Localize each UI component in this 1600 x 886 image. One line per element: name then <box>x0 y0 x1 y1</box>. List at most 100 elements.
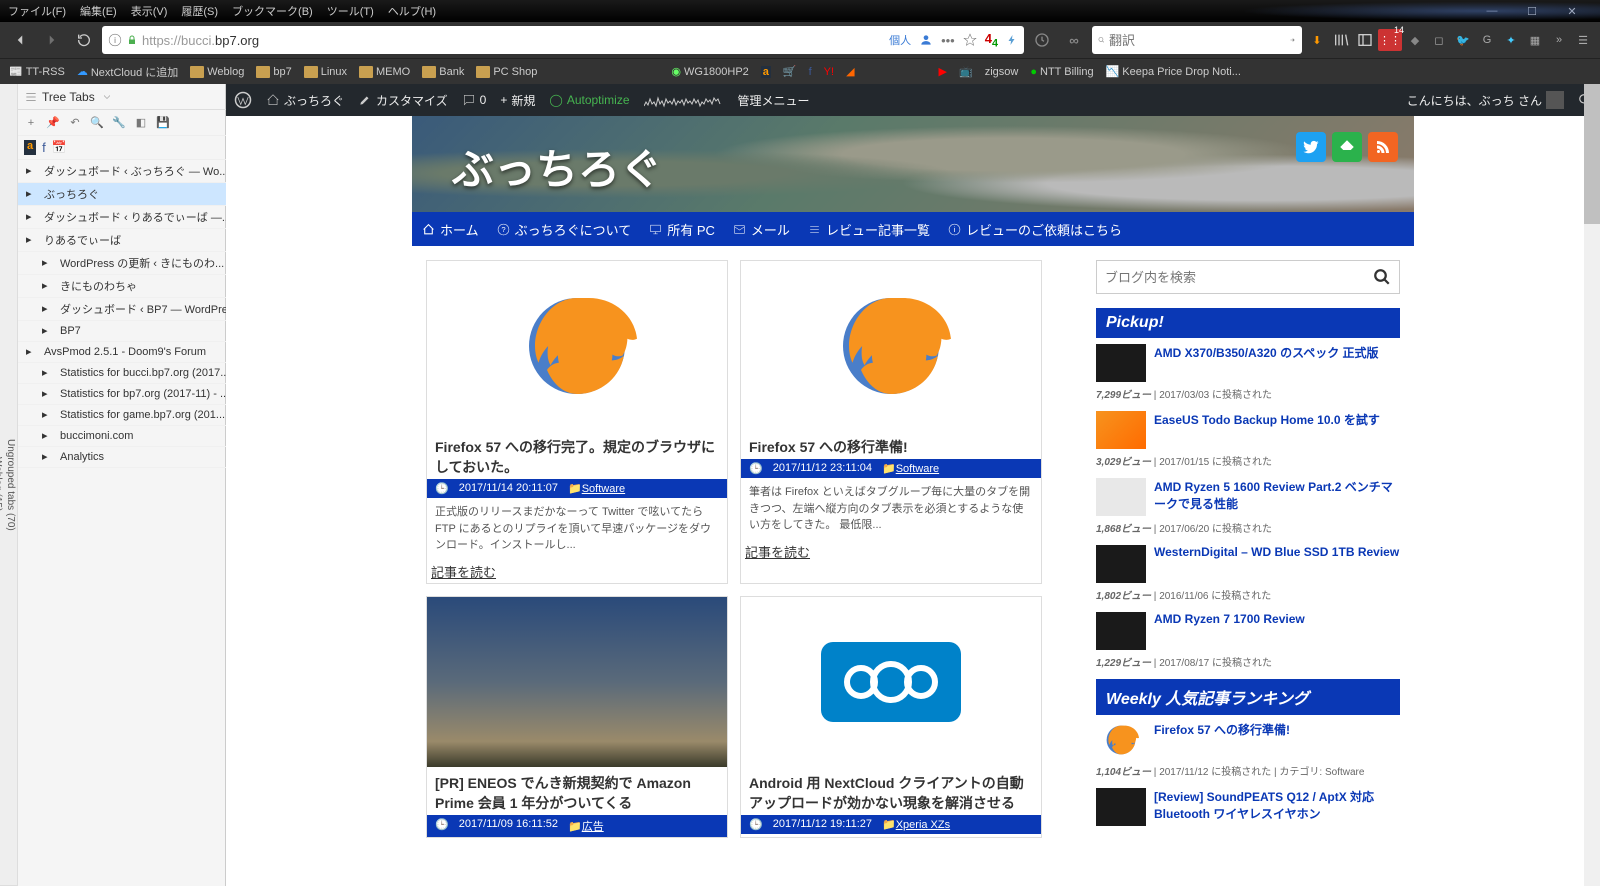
ext-generic3-icon[interactable]: ▦ <box>1524 29 1546 51</box>
ext-red-badge[interactable]: ⋮⋮14 <box>1378 29 1402 51</box>
bookmark-bank-folder[interactable]: Bank <box>417 64 469 80</box>
tt-pin[interactable]: 📌 <box>44 114 62 132</box>
wp-stats[interactable] <box>644 92 724 108</box>
pickup-item[interactable]: AMD X370/B350/A320 のスペック 正式版 <box>1096 344 1400 382</box>
bookmark-zigsow[interactable]: zigsow <box>980 64 1024 80</box>
tree-tab-item[interactable]: ▸Statistics for bucci.bp7.org (2017... <box>18 363 243 384</box>
window-minimize-button[interactable]: — <box>1472 0 1512 22</box>
bookmark-pcshop-folder[interactable]: PC Shop <box>471 64 542 80</box>
wp-greeting[interactable]: こんにちは、ぶっち さん <box>1407 91 1564 109</box>
pickup-item[interactable]: Firefox 57 への移行準備! <box>1096 721 1400 759</box>
search-input[interactable] <box>1109 33 1285 48</box>
search-go-icon[interactable] <box>1289 33 1296 47</box>
tt-search[interactable]: 🔍 <box>88 114 106 132</box>
window-maximize-button[interactable]: ☐ <box>1512 0 1552 22</box>
article-category[interactable]: 広告 <box>582 821 604 833</box>
bookmark-red[interactable]: ◢ <box>841 63 859 80</box>
bookmark-ttrss[interactable]: 📰TT-RSS <box>4 63 70 80</box>
window-close-button[interactable]: ✕ <box>1552 0 1592 22</box>
forward-button[interactable] <box>38 26 66 54</box>
reload-button[interactable] <box>70 26 98 54</box>
nav-request[interactable]: iレビューのご依頼はこちら <box>948 220 1122 239</box>
pickup-item[interactable]: AMD Ryzen 5 1600 Review Part.2 ベンチマークで見る… <box>1096 478 1400 516</box>
tree-tab-item[interactable]: ▸ダッシュボード ‹ ぶっちろぐ — Wo... <box>18 160 243 183</box>
tree-tab-item[interactable]: ▸きにものわちゃ <box>18 275 243 298</box>
bolt-icon[interactable] <box>1006 33 1018 47</box>
wp-admin-menu[interactable]: 管理メニュー <box>738 92 810 109</box>
tree-tab-item[interactable]: ▸buccimoni.com <box>18 426 243 447</box>
nav-pc[interactable]: 所有 PC <box>649 220 715 239</box>
ext-generic1-icon[interactable]: ◻ <box>1428 29 1450 51</box>
nav-about[interactable]: ?ぶっちろぐについて <box>497 220 632 239</box>
article-category[interactable]: Software <box>896 463 939 475</box>
history-clock-button[interactable] <box>1028 26 1056 54</box>
ext-download-icon[interactable]: ⬇ <box>1306 29 1328 51</box>
article-card[interactable]: Firefox 57 への移行完了。規定のブラウザにしておいた。🕒2017/11… <box>426 260 728 584</box>
bookmark-memo-folder[interactable]: MEMO <box>354 64 415 80</box>
tree-tab-item[interactable]: ▸WordPress の更新 ‹ きにものわ... <box>18 252 243 275</box>
tree-tab-item[interactable]: ▸ダッシュボード ‹ りあるでぃーば —... <box>18 206 243 229</box>
read-more-link[interactable]: 記事を読む <box>427 560 727 583</box>
tt-sidebar[interactable]: ◧ <box>132 114 150 132</box>
ext-generic2-icon[interactable]: ✦ <box>1500 29 1522 51</box>
article-card[interactable]: Android 用 NextCloud クライアントの自動アップロードが効かない… <box>740 596 1042 838</box>
viewport-scrollbar[interactable] <box>1584 84 1600 886</box>
bookmark-nextcloud[interactable]: ☁NextCloud に追加 <box>72 62 183 82</box>
bookmark-youtube[interactable]: ▶ <box>934 63 952 80</box>
chevron-down-icon[interactable] <box>101 91 113 103</box>
menu-edit[interactable]: 編集(E) <box>80 3 117 19</box>
read-more-link[interactable]: 記事を読む <box>741 540 1041 563</box>
sidebar-icon[interactable] <box>1354 29 1376 51</box>
ext-ublock-icon[interactable]: ◆ <box>1404 29 1426 51</box>
tt-tools[interactable]: 🔧 <box>110 114 128 132</box>
bookmark-bp7-folder[interactable]: bp7 <box>251 64 296 80</box>
pinned-facebook[interactable]: f <box>42 140 46 155</box>
article-card[interactable]: [PR] ENEOS でんき新規契約で Amazon Prime 会員 1 年分… <box>426 596 728 838</box>
wp-customize[interactable]: カスタマイズ <box>358 92 448 109</box>
bookmark-amazon[interactable]: a <box>756 64 776 80</box>
tree-tab-item[interactable]: ▸Statistics for game.bp7.org (201... <box>18 405 243 426</box>
wp-comments[interactable]: 0 <box>462 93 487 107</box>
bookmark-facebook[interactable]: f <box>804 64 817 80</box>
tree-tab-item[interactable]: ▸りあるでぃーば <box>18 229 243 252</box>
article-card[interactable]: Firefox 57 への移行準備!🕒2017/11/12 23:11:04📁S… <box>740 260 1042 584</box>
feedly-link[interactable] <box>1332 132 1362 162</box>
bookmark-weblog-folder[interactable]: Weblog <box>185 64 249 80</box>
back-button[interactable] <box>6 26 34 54</box>
nav-reviews[interactable]: レビュー記事一覧 <box>808 220 930 239</box>
menu-view[interactable]: 表示(V) <box>131 3 168 19</box>
scrollbar-thumb[interactable] <box>1584 84 1600 224</box>
nav-infinity-button[interactable]: ∞ <box>1060 26 1088 54</box>
wp-logo[interactable] <box>234 91 252 109</box>
tt-save[interactable]: 💾 <box>154 114 172 132</box>
ext-google-icon[interactable]: G <box>1476 29 1498 51</box>
tree-tab-item[interactable]: ▸Analytics <box>18 447 243 468</box>
tt-new-tab[interactable]: + <box>22 114 40 132</box>
tree-tab-item[interactable]: ▸ダッシュボード ‹ BP7 — WordPress <box>18 298 243 321</box>
ext-twitter-icon[interactable]: 🐦 <box>1452 29 1474 51</box>
menu-file[interactable]: ファイル(F) <box>8 3 66 19</box>
hamburger-icon[interactable]: ☰ <box>1572 29 1594 51</box>
nav-home[interactable]: ホーム <box>422 220 479 239</box>
article-category[interactable]: Xperia XZs <box>896 819 950 831</box>
star-icon[interactable] <box>963 33 977 47</box>
wp-site-link[interactable]: ぶっちろぐ <box>266 92 344 109</box>
menu-tools[interactable]: ツール(T) <box>327 3 374 19</box>
vtab-weblog[interactable]: Weblog (15) <box>0 84 4 886</box>
wp-new[interactable]: +新規 <box>500 92 535 109</box>
nav-mail[interactable]: メール <box>733 220 790 239</box>
overflow-icon[interactable]: » <box>1548 29 1570 51</box>
tree-tab-item[interactable]: ▸BP7 <box>18 321 243 342</box>
bookmark-niconico[interactable]: 📺 <box>954 63 978 80</box>
pickup-item[interactable]: [Review] SoundPEATS Q12 / AptX 対応 Blueto… <box>1096 788 1400 826</box>
library-icon[interactable] <box>1330 29 1352 51</box>
vtab-ungrouped[interactable]: Ungrouped tabs (70) <box>4 84 17 886</box>
wp-autoptimize[interactable]: ◯Autoptimize <box>549 93 629 107</box>
bookmark-yahoo[interactable]: Y! <box>819 64 839 80</box>
tree-tab-item[interactable]: ▸ぶっちろぐ <box>18 183 243 206</box>
rss-link[interactable] <box>1368 132 1398 162</box>
url-bar[interactable]: i https:// bucci. bp7.org 個人 ••• 44 <box>102 26 1024 54</box>
pinned-calendar[interactable]: 📅 <box>52 140 67 155</box>
bookmark-wg1800[interactable]: ◉WG1800HP2 <box>666 63 753 80</box>
menu-bookmarks[interactable]: ブックマーク(B) <box>232 3 313 19</box>
